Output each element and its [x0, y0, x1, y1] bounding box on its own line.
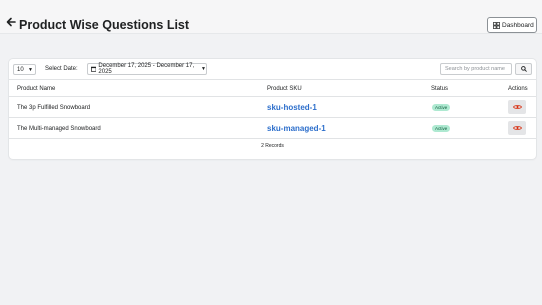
dashboard-button[interactable]: Dashboard	[487, 17, 537, 33]
eye-icon	[512, 126, 522, 130]
per-page-value: 10	[17, 66, 24, 73]
date-range-value: December 17, 2025 - December 17, 2025	[98, 63, 195, 75]
eye-icon	[512, 105, 522, 109]
per-page-select[interactable]: 10 ▼	[13, 64, 36, 75]
dashboard-grid-icon	[493, 21, 500, 29]
search-placeholder: Search by product name	[445, 66, 505, 72]
select-date-label: Select Date:	[45, 66, 78, 72]
search-input[interactable]: Search by product name	[440, 63, 512, 75]
status-badge: Active	[432, 125, 451, 132]
table-header: Product Name Product SKU Status Actions	[9, 79, 536, 97]
search-button[interactable]	[515, 63, 532, 75]
dashboard-button-label: Dashboard	[502, 21, 534, 29]
records-count: 2 Records	[261, 143, 284, 149]
product-name: The Multi-managed Snowboard	[17, 126, 101, 132]
chevron-down-icon: ▼	[201, 66, 206, 72]
calendar-icon	[91, 66, 97, 72]
product-name: The 3p Fulfilled Snowboard	[17, 105, 91, 111]
view-button[interactable]	[508, 100, 526, 114]
date-range-picker[interactable]: December 17, 2025 - December 17, 2025 ▼	[87, 63, 207, 75]
search-icon	[520, 66, 527, 72]
back-arrow-icon[interactable]	[6, 17, 16, 27]
product-sku-link[interactable]: sku-managed-1	[267, 124, 326, 133]
column-product-name: Product Name	[17, 86, 56, 92]
status-badge: Active	[432, 104, 451, 111]
column-actions: Actions	[508, 86, 528, 92]
top-bar: Product Wise Questions List Dashboard	[0, 0, 542, 34]
questions-card: 10 ▼ Select Date: December 17, 2025 - De…	[9, 59, 536, 159]
view-button[interactable]	[508, 121, 526, 135]
column-product-sku: Product SKU	[267, 86, 302, 92]
product-sku-link[interactable]: sku-hosted-1	[267, 103, 317, 112]
table-row: The Multi-managed Snowboard sku-managed-…	[9, 118, 536, 139]
table-row: The 3p Fulfilled Snowboard sku-hosted-1 …	[9, 97, 536, 118]
column-status: Status	[431, 86, 449, 92]
page-title: Product Wise Questions List	[19, 18, 190, 32]
chevron-down-icon: ▼	[28, 67, 33, 73]
